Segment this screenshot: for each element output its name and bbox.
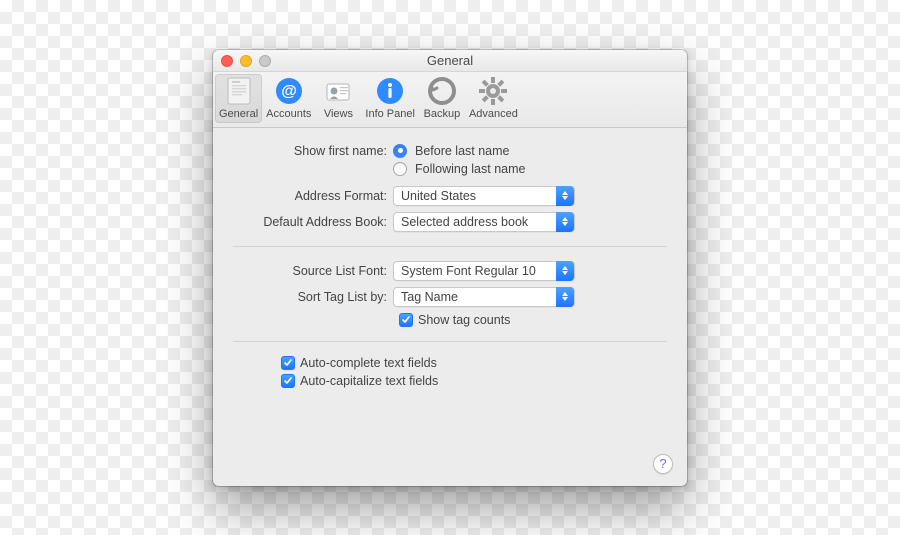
tab-general[interactable]: General — [215, 74, 262, 123]
chevron-updown-icon — [556, 186, 574, 206]
gear-icon — [478, 76, 508, 106]
tab-accounts[interactable]: @ Accounts — [262, 74, 315, 123]
backup-icon — [427, 76, 457, 106]
tab-label: General — [219, 108, 258, 120]
select-value: United States — [401, 189, 476, 203]
preferences-toolbar: General @ Accounts — [213, 72, 687, 128]
window-title: General — [213, 53, 687, 68]
chevron-updown-icon — [556, 212, 574, 232]
radio-following-last-name[interactable] — [393, 162, 407, 176]
views-icon — [323, 76, 353, 106]
info-icon — [375, 76, 405, 106]
zoom-button[interactable] — [259, 55, 271, 67]
default-book-label: Default Address Book: — [233, 215, 393, 229]
chevron-updown-icon — [556, 261, 574, 281]
checkbox-autocomplete[interactable] — [281, 356, 295, 370]
help-icon: ? — [659, 456, 666, 471]
select-value: Selected address book — [401, 215, 528, 229]
sort-tag-label: Sort Tag List by: — [233, 290, 393, 304]
tab-label: Info Panel — [365, 108, 415, 120]
close-button[interactable] — [221, 55, 233, 67]
svg-text:@: @ — [281, 83, 297, 100]
chevron-updown-icon — [556, 287, 574, 307]
accounts-icon: @ — [274, 76, 304, 106]
help-button[interactable]: ? — [653, 454, 673, 474]
source-font-label: Source List Font: — [233, 264, 393, 278]
tab-backup[interactable]: Backup — [419, 74, 465, 123]
minimize-button[interactable] — [240, 55, 252, 67]
separator — [233, 246, 667, 247]
source-font-select[interactable]: System Font Regular 10 — [393, 261, 575, 281]
tab-advanced[interactable]: Advanced — [465, 74, 522, 123]
separator — [233, 341, 667, 342]
general-pane: Show first name: Before last name Follow… — [213, 128, 687, 486]
first-name-label: Show first name: — [233, 144, 393, 158]
radio-label: Before last name — [415, 144, 510, 158]
tab-infopanel[interactable]: Info Panel — [361, 74, 419, 123]
general-icon — [224, 76, 254, 106]
titlebar: General — [213, 50, 687, 72]
select-value: Tag Name — [401, 290, 458, 304]
default-book-select[interactable]: Selected address book — [393, 212, 575, 232]
checkbox-label: Show tag counts — [418, 313, 510, 327]
select-value: System Font Regular 10 — [401, 264, 536, 278]
address-format-label: Address Format: — [233, 189, 393, 203]
tab-views[interactable]: Views — [315, 74, 361, 123]
tab-label: Backup — [424, 108, 461, 120]
tab-label: Advanced — [469, 108, 518, 120]
preferences-window: General General — [213, 50, 687, 486]
checkbox-show-tag-counts[interactable] — [399, 313, 413, 327]
checkbox-autocapitalize[interactable] — [281, 374, 295, 388]
checkbox-label: Auto-complete text fields — [300, 356, 437, 370]
radio-label: Following last name — [415, 162, 525, 176]
sort-tag-select[interactable]: Tag Name — [393, 287, 575, 307]
tab-label: Views — [324, 108, 353, 120]
checkbox-label: Auto-capitalize text fields — [300, 374, 438, 388]
address-format-select[interactable]: United States — [393, 186, 575, 206]
tab-label: Accounts — [266, 108, 311, 120]
radio-before-last-name[interactable] — [393, 144, 407, 158]
